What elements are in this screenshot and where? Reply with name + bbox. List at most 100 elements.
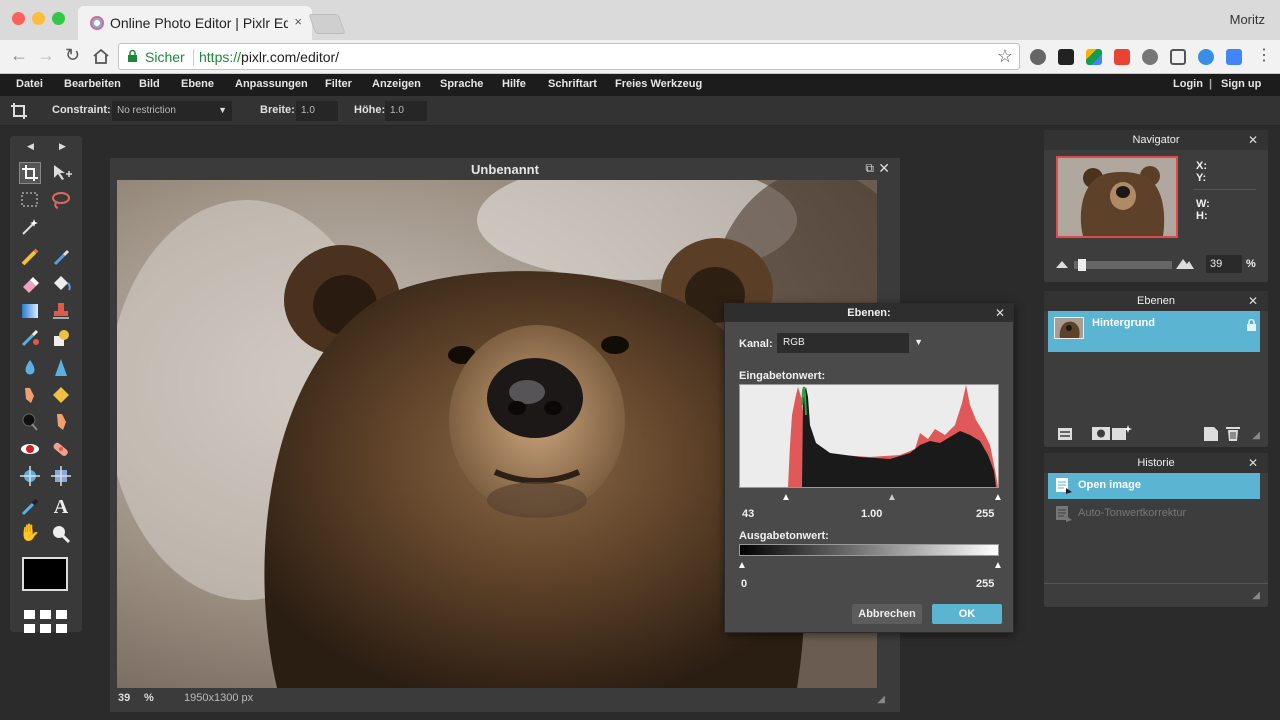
profile-name[interactable]: Moritz [1230, 12, 1265, 27]
home-icon[interactable] [92, 48, 110, 64]
input-gamma-slider[interactable]: ▲ [887, 492, 897, 503]
reload-icon[interactable]: ↻ [65, 45, 80, 66]
type-tool-icon[interactable]: A [50, 496, 72, 518]
restore-window-icon[interactable]: ⧉ [865, 161, 874, 176]
magic-wand-icon[interactable] [19, 216, 41, 238]
gradient-icon[interactable] [19, 300, 41, 322]
layer-name[interactable]: Hintergrund [1092, 317, 1155, 329]
red-eye-icon[interactable] [19, 438, 41, 460]
crop-tool-icon[interactable] [19, 162, 41, 184]
extension-icon[interactable] [1114, 49, 1130, 65]
trash-icon[interactable] [1226, 426, 1240, 441]
sharpen-icon[interactable] [50, 357, 72, 379]
output-white-slider[interactable]: ▲ [993, 560, 1003, 571]
pencil-icon[interactable] [19, 246, 41, 268]
input-gamma-value[interactable]: 1.00 [861, 508, 882, 520]
zoom-slider-handle[interactable] [1078, 259, 1086, 271]
google-drive-icon[interactable] [1086, 49, 1102, 65]
menu-filter[interactable]: Filter [325, 78, 352, 90]
brush-icon[interactable] [50, 246, 72, 268]
adblock-icon[interactable] [1142, 49, 1158, 65]
menu-font[interactable]: Schriftart [548, 78, 597, 90]
resize-grip-icon[interactable]: ◢ [877, 694, 885, 705]
constraint-select[interactable]: No restriction ▼ [112, 101, 232, 121]
layer-settings-icon[interactable] [1058, 428, 1072, 440]
panel-close-icon[interactable]: ✕ [1248, 456, 1258, 470]
tab-close-icon[interactable]: × [294, 14, 302, 29]
panel-close-icon[interactable]: ✕ [1248, 133, 1258, 147]
translate-icon[interactable] [1226, 49, 1242, 65]
clone-stamp-icon[interactable] [50, 300, 72, 322]
chrome-menu-icon[interactable]: ⋮ [1256, 45, 1272, 65]
login-link[interactable]: Login [1173, 78, 1203, 90]
drawing-tool-icon[interactable] [50, 327, 72, 349]
layer-mask-icon[interactable] [1092, 427, 1110, 440]
forward-arrow-icon[interactable]: → [37, 45, 55, 66]
history-item[interactable]: Auto-Tonwertkorrektur [1048, 501, 1260, 527]
extension-icon[interactable] [1030, 49, 1046, 65]
lock-icon[interactable] [1247, 319, 1256, 331]
height-input[interactable]: 1.0 [385, 101, 427, 121]
menu-language[interactable]: Sprache [440, 78, 483, 90]
layer-styles-icon[interactable] [1112, 425, 1132, 441]
channel-select[interactable]: RGB ▼ [777, 333, 923, 353]
back-arrow-icon[interactable]: ← [10, 45, 28, 66]
hand-tool-icon[interactable]: ✋ [19, 523, 41, 545]
new-layer-icon[interactable] [1204, 427, 1218, 441]
sponge-icon[interactable] [50, 384, 72, 406]
minimize-window-button[interactable] [32, 12, 45, 25]
input-white-value[interactable]: 255 [976, 508, 994, 520]
dodge-icon[interactable] [50, 411, 72, 433]
zoom-tool-icon[interactable] [50, 523, 72, 545]
paint-bucket-icon[interactable] [50, 273, 72, 295]
width-input[interactable]: 1.0 [296, 101, 338, 121]
panel-collapse-right-icon[interactable]: ▶ [59, 141, 66, 152]
menu-help[interactable]: Hilfe [502, 78, 526, 90]
burn-icon[interactable] [19, 411, 41, 433]
signup-link[interactable]: Sign up [1221, 78, 1261, 90]
eraser-icon[interactable] [19, 273, 41, 295]
zoom-window-button[interactable] [52, 12, 65, 25]
close-window-icon[interactable]: ✕ [878, 160, 890, 177]
panel-collapse-left-icon[interactable]: ◀ [27, 141, 34, 152]
pinch-icon[interactable] [50, 465, 72, 487]
color-picker-icon[interactable] [19, 496, 41, 518]
blur-icon[interactable] [19, 357, 41, 379]
resize-grip-icon[interactable]: ◢ [1252, 590, 1260, 601]
output-white-value[interactable]: 255 [976, 578, 994, 590]
ok-button[interactable]: OK [932, 604, 1002, 624]
output-black-slider[interactable]: ▲ [737, 560, 747, 571]
extension-icon[interactable] [1198, 49, 1214, 65]
zoom-out-mountain-icon[interactable] [1056, 260, 1068, 268]
move-tool-icon[interactable] [50, 162, 72, 184]
address-bar[interactable]: Sicher https://pixlr.com/editor/ ☆ [118, 43, 1020, 70]
menu-image[interactable]: Bild [139, 78, 160, 90]
zoom-in-mountain-icon[interactable] [1176, 257, 1194, 269]
menu-layer[interactable]: Ebene [181, 78, 214, 90]
layer-row[interactable]: Hintergrund [1048, 311, 1260, 352]
input-white-slider[interactable]: ▲ [993, 492, 1003, 503]
new-tab-button[interactable] [308, 14, 346, 34]
nav-zoom-input[interactable]: 39 [1206, 255, 1242, 273]
resize-grip-icon[interactable]: ◢ [1252, 430, 1260, 441]
cancel-button[interactable]: Abbrechen [852, 604, 922, 624]
extension-icon[interactable] [1058, 49, 1074, 65]
zoom-value[interactable]: 39 [118, 692, 130, 704]
close-window-button[interactable] [12, 12, 25, 25]
fullscreen-icon[interactable] [1170, 49, 1186, 65]
bookmark-star-icon[interactable]: ☆ [997, 46, 1013, 67]
menu-free-tool[interactable]: Freies Werkzeug [615, 78, 702, 90]
spot-heal-icon[interactable] [50, 438, 72, 460]
menu-view[interactable]: Anzeigen [372, 78, 421, 90]
marquee-tool-icon[interactable] [19, 189, 41, 211]
input-black-value[interactable]: 43 [742, 508, 754, 520]
menu-edit[interactable]: Bearbeiten [64, 78, 121, 90]
input-black-slider[interactable]: ▲ [781, 492, 791, 503]
color-replace-icon[interactable] [19, 327, 41, 349]
color-swatch[interactable] [22, 557, 68, 591]
dialog-close-icon[interactable]: ✕ [995, 306, 1005, 320]
bloat-icon[interactable] [19, 465, 41, 487]
navigator-thumbnail[interactable] [1056, 156, 1178, 238]
panel-close-icon[interactable]: ✕ [1248, 294, 1258, 308]
zoom-slider[interactable] [1074, 259, 1172, 271]
